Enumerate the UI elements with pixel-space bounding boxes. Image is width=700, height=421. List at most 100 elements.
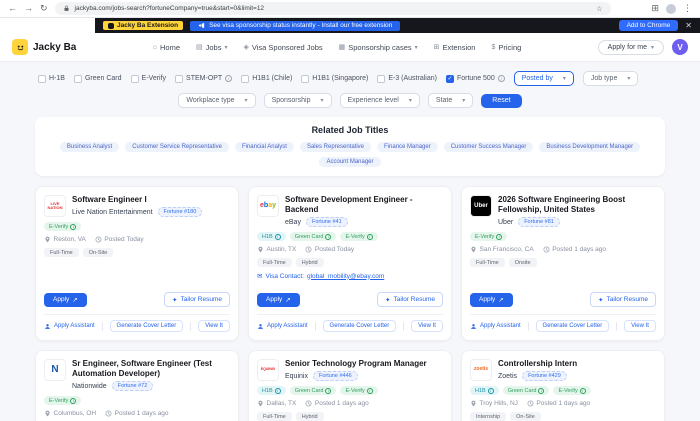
checkbox-box[interactable] <box>301 74 310 83</box>
apply-button[interactable]: Apply ↗ <box>44 292 87 307</box>
job-title: Sr Engineer, Software Engineer (Test Aut… <box>72 359 212 378</box>
nav-item-label: Extension <box>442 42 476 52</box>
dropdown-label: Experience level <box>347 97 399 104</box>
related-job-titles-heading: Related Job Titles <box>311 125 389 135</box>
reload-button[interactable]: ↻ <box>40 4 48 13</box>
checkbox-label: E-Verify <box>141 75 167 82</box>
checkbox-label: H1B1 (Singapore) <box>312 75 369 82</box>
related-pill-finance-manager[interactable]: Finance Manager <box>377 142 438 152</box>
url-text: jackyba.com/jobs-search?fortuneCompany=t… <box>74 5 265 12</box>
browser-toolbar: ← → ↻ jackyba.com/jobs-search?fortuneCom… <box>0 0 700 18</box>
job-title: Software Development Engineer - Backend <box>285 195 413 214</box>
checkbox-box[interactable] <box>38 74 46 83</box>
generate-cover-letter-button[interactable]: Generate Cover Letter <box>322 320 397 332</box>
visa-badge-green-card: Green Card i <box>502 386 550 395</box>
tailor-resume-button[interactable]: ✦ Tailor Resume <box>164 292 230 307</box>
checkbox-label: H-1B <box>49 75 65 82</box>
extensions-icon[interactable]: ⊞ <box>651 4 659 13</box>
dropdown-experience-level[interactable]: Experience level ▾ <box>339 93 420 108</box>
visa-contact-email[interactable]: global_mobility@ebay.com <box>307 273 384 280</box>
dropdown-sponsorship[interactable]: Sponsorship ▾ <box>263 93 332 108</box>
brand-logo-link[interactable]: Jacky Ba <box>12 39 76 55</box>
checkbox-box[interactable] <box>73 74 82 83</box>
view-it-button[interactable]: View It <box>624 320 656 332</box>
checkbox-box[interactable] <box>175 74 184 83</box>
job-posted: Posted 1 days ago <box>527 400 590 407</box>
dropdown-workplace-type[interactable]: Workplace type ▾ <box>178 93 256 108</box>
job-tag: Full-Time <box>257 258 292 267</box>
apply-assistant-button[interactable]: Apply Assistant <box>257 323 308 330</box>
apply-assistant-button[interactable]: Apply Assistant <box>44 323 95 330</box>
related-pill-customer-success-manager[interactable]: Customer Success Manager <box>443 142 534 152</box>
browser-profile-icon[interactable] <box>666 3 676 14</box>
related-pill-sales-representative[interactable]: Sales Representative <box>299 142 372 152</box>
reset-button[interactable]: Reset <box>481 93 522 108</box>
filter-checkbox-e-verify[interactable]: E-Verify <box>130 74 167 83</box>
nav-item-jobs[interactable]: ▤ Jobs ▾ <box>196 43 227 52</box>
dropdown-job-type[interactable]: Job type ▾ <box>582 71 639 86</box>
apply-for-me-button[interactable]: Apply for me ▾ <box>597 39 664 55</box>
add-to-chrome-button[interactable]: Add to Chrome <box>618 20 679 31</box>
dropdown-posted-by[interactable]: Posted by ▾ <box>513 71 574 86</box>
nav-item-visa-sponsored-jobs[interactable]: ◈ Visa Sponsored Jobs <box>243 43 322 52</box>
filter-checkbox-h1b1-chile[interactable]: H1B1 (Chile) <box>241 74 292 83</box>
job-tag: Hybrid <box>295 258 324 267</box>
job-card-footer: Apply Assistant Generate Cover Letter View… <box>257 314 443 332</box>
apply-button[interactable]: Apply ↗ <box>470 292 513 307</box>
checkbox-box[interactable]: ✓ <box>445 74 454 83</box>
dropdown-state[interactable]: State ▾ <box>427 93 474 108</box>
view-it-button[interactable]: View It <box>411 320 443 332</box>
forward-button[interactable]: → <box>24 4 33 13</box>
related-pill-account-manager[interactable]: Account Manager <box>319 157 381 167</box>
generate-cover-letter-button[interactable]: Generate Cover Letter <box>535 320 610 332</box>
filter-checkbox-h-1b[interactable]: H-1B <box>38 74 65 83</box>
related-pill-business-development-manager[interactable]: Business Development Manager <box>539 142 641 152</box>
checkbox-label: STEM-OPT <box>186 75 223 82</box>
jobs-icon: ▤ <box>196 44 203 51</box>
checkbox-label: E-3 (Australian) <box>388 75 437 82</box>
browser-menu-icon[interactable]: ⋮ <box>683 4 692 13</box>
extension-badge-label: Jacky Ba Extension <box>117 22 179 29</box>
view-it-button[interactable]: View It <box>198 320 230 332</box>
user-avatar[interactable]: V <box>671 39 688 55</box>
job-card-header: EQUINIX Senior Technology Program Manager… <box>257 359 443 381</box>
nav-item-label: Jobs <box>205 42 222 52</box>
banner-close-icon[interactable]: ✕ <box>685 21 692 30</box>
checkbox-box[interactable] <box>130 74 139 83</box>
job-card: N Sr Engineer, Software Engineer (Test Au… <box>35 350 239 421</box>
tailor-resume-button[interactable]: ✦ Tailor Resume <box>377 292 443 307</box>
fortune-badge: Fortune #41 <box>305 217 348 227</box>
nav-item-extension[interactable]: ⊞ Extension <box>434 43 476 52</box>
url-bar[interactable]: jackyba.com/jobs-search?fortuneCompany=t… <box>54 2 611 15</box>
filter-checkbox-e-3-australian[interactable]: E-3 (Australian) <box>377 74 437 83</box>
clock-icon <box>105 410 112 417</box>
related-pill-financial-analyst[interactable]: Financial Analyst <box>234 142 294 152</box>
job-tag: On-Site <box>510 412 541 421</box>
bookmark-star-icon[interactable]: ☆ <box>596 5 602 13</box>
filter-checkbox-green-card[interactable]: Green Card <box>73 74 122 83</box>
related-pill-customer-service-representative[interactable]: Customer Service Representative <box>125 142 229 152</box>
nav-item-home[interactable]: ⌂ Home <box>153 43 180 52</box>
visa-badges-row: H1B i Green Card i E-Verify i <box>257 386 443 395</box>
visa-badges-row: E-Verify i <box>44 396 230 405</box>
checkbox-box[interactable] <box>377 74 386 83</box>
visa-badge-green-card: Green Card i <box>289 386 337 395</box>
job-location: Dallas, TX <box>257 400 296 407</box>
generate-cover-letter-button[interactable]: Generate Cover Letter <box>109 320 184 332</box>
back-button[interactable]: ← <box>8 4 17 13</box>
clock-icon <box>305 400 312 407</box>
company-logo: zoetis <box>470 359 492 381</box>
apply-assistant-button[interactable]: Apply Assistant <box>470 323 521 330</box>
filter-checkbox-fortune-500[interactable]: ✓ Fortune 500 i <box>445 74 505 83</box>
job-location: Austin, TX <box>257 246 296 253</box>
apply-button[interactable]: Apply ↗ <box>257 292 300 307</box>
location-pin-icon <box>44 410 51 417</box>
nav-item-pricing[interactable]: $ Pricing <box>491 43 521 52</box>
related-pill-business-analyst[interactable]: Business Analyst <box>59 142 120 152</box>
nav-item-sponsorship-cases[interactable]: ▦ Sponsorship cases ▾ <box>339 43 418 52</box>
job-card: zoetis Controllership Intern Zoetis Fortune… <box>461 350 665 421</box>
filter-checkbox-stem-opt[interactable]: STEM-OPT i <box>175 74 233 83</box>
filter-checkbox-h1b1-singapore[interactable]: H1B1 (Singapore) <box>301 74 369 83</box>
checkbox-box[interactable] <box>241 74 250 83</box>
tailor-resume-button[interactable]: ✦ Tailor Resume <box>590 292 656 307</box>
